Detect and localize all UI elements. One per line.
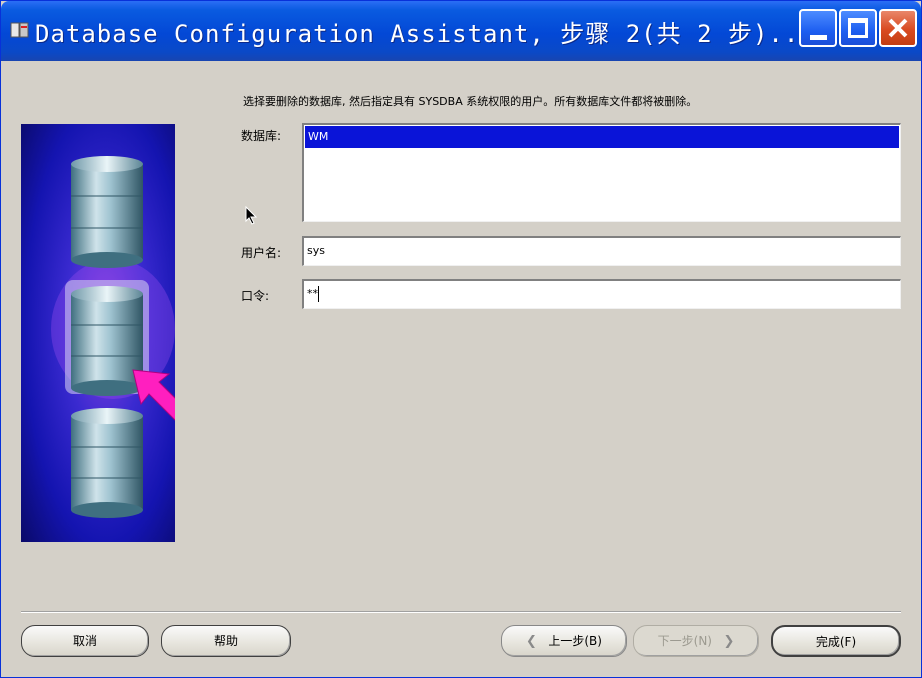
database-illustration	[21, 124, 175, 542]
password-value: **	[307, 287, 318, 300]
database-cylinder-bottom	[71, 408, 143, 518]
minimize-icon	[810, 35, 827, 40]
password-field[interactable]: **	[302, 279, 901, 309]
help-button[interactable]: 帮助	[161, 625, 291, 657]
maximize-icon	[848, 18, 868, 38]
chevron-left-icon: ❮	[526, 634, 537, 649]
close-button[interactable]	[879, 9, 917, 47]
next-button[interactable]: 下一步(N) ❯	[633, 625, 759, 657]
username-field[interactable]: sys	[302, 236, 901, 266]
title-bar[interactable]: Database Configuration Assistant, 步骤 2(共…	[1, 1, 921, 61]
instruction-text: 选择要删除的数据库, 然后指定具有 SYSDBA 系统权限的用户。所有数据库文件…	[243, 95, 698, 108]
database-cylinder-top	[71, 156, 143, 268]
cancel-button[interactable]: 取消	[21, 625, 149, 657]
username-label: 用户名:	[241, 246, 282, 260]
next-button-label: 下一步(N)	[657, 634, 712, 648]
password-label: 口令:	[241, 289, 270, 303]
window-title: Database Configuration Assistant, 步骤 2(共…	[35, 20, 815, 48]
close-icon	[888, 18, 908, 38]
mouse-pointer-icon	[245, 206, 258, 225]
text-caret	[318, 286, 319, 302]
back-button-label: 上一步(B)	[548, 634, 602, 648]
maximize-button[interactable]	[839, 9, 877, 47]
dialog-client-area: 选择要删除的数据库, 然后指定具有 SYSDBA 系统权限的用户。所有数据库文件…	[7, 61, 915, 673]
chevron-right-icon: ❯	[723, 634, 735, 649]
button-separator	[21, 611, 901, 613]
dbca-window: Database Configuration Assistant, 步骤 2(共…	[0, 0, 922, 678]
database-list-item[interactable]: WM	[305, 126, 899, 148]
finish-button[interactable]: 完成(F)	[771, 625, 901, 657]
back-button[interactable]: ❮ 上一步(B)	[501, 625, 627, 657]
database-label: 数据库:	[241, 129, 282, 143]
database-listbox[interactable]: WM	[302, 123, 901, 222]
oracle-app-icon	[10, 22, 29, 38]
minimize-button[interactable]	[799, 9, 837, 47]
database-cylinder-selected	[71, 286, 143, 396]
